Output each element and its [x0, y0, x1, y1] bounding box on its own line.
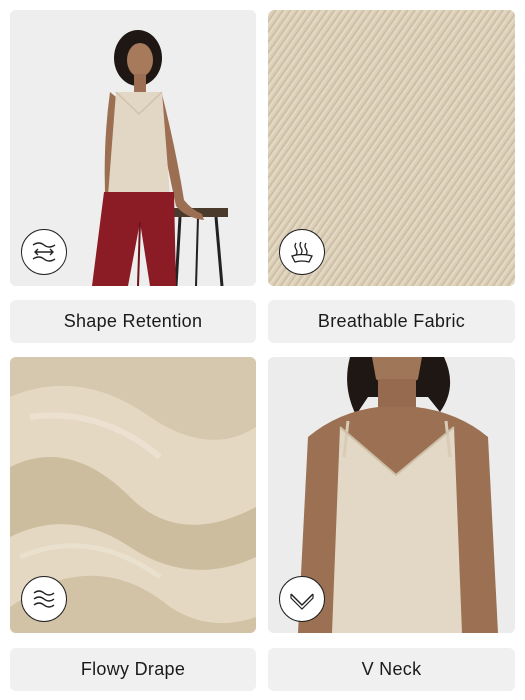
flowy-drape-image — [10, 357, 256, 633]
breathable-fabric-image — [268, 10, 515, 286]
shape-retention-icon — [32, 242, 56, 262]
v-neck-label: V Neck — [268, 648, 515, 691]
v-neck-image — [268, 357, 515, 633]
flowy-drape-icon — [33, 590, 55, 608]
shape-retention-image — [10, 10, 256, 286]
flowy-drape-label: Flowy Drape — [10, 648, 256, 691]
flowy-drape-badge — [21, 576, 67, 622]
v-neck-badge — [279, 576, 325, 622]
v-neck-icon — [290, 593, 314, 610]
breathable-fabric-icon — [291, 241, 313, 263]
breathable-fabric-label: Breathable Fabric — [268, 300, 515, 343]
breathable-fabric-badge — [279, 229, 325, 275]
shape-retention-label: Shape Retention — [10, 300, 256, 343]
shape-retention-badge — [21, 229, 67, 275]
